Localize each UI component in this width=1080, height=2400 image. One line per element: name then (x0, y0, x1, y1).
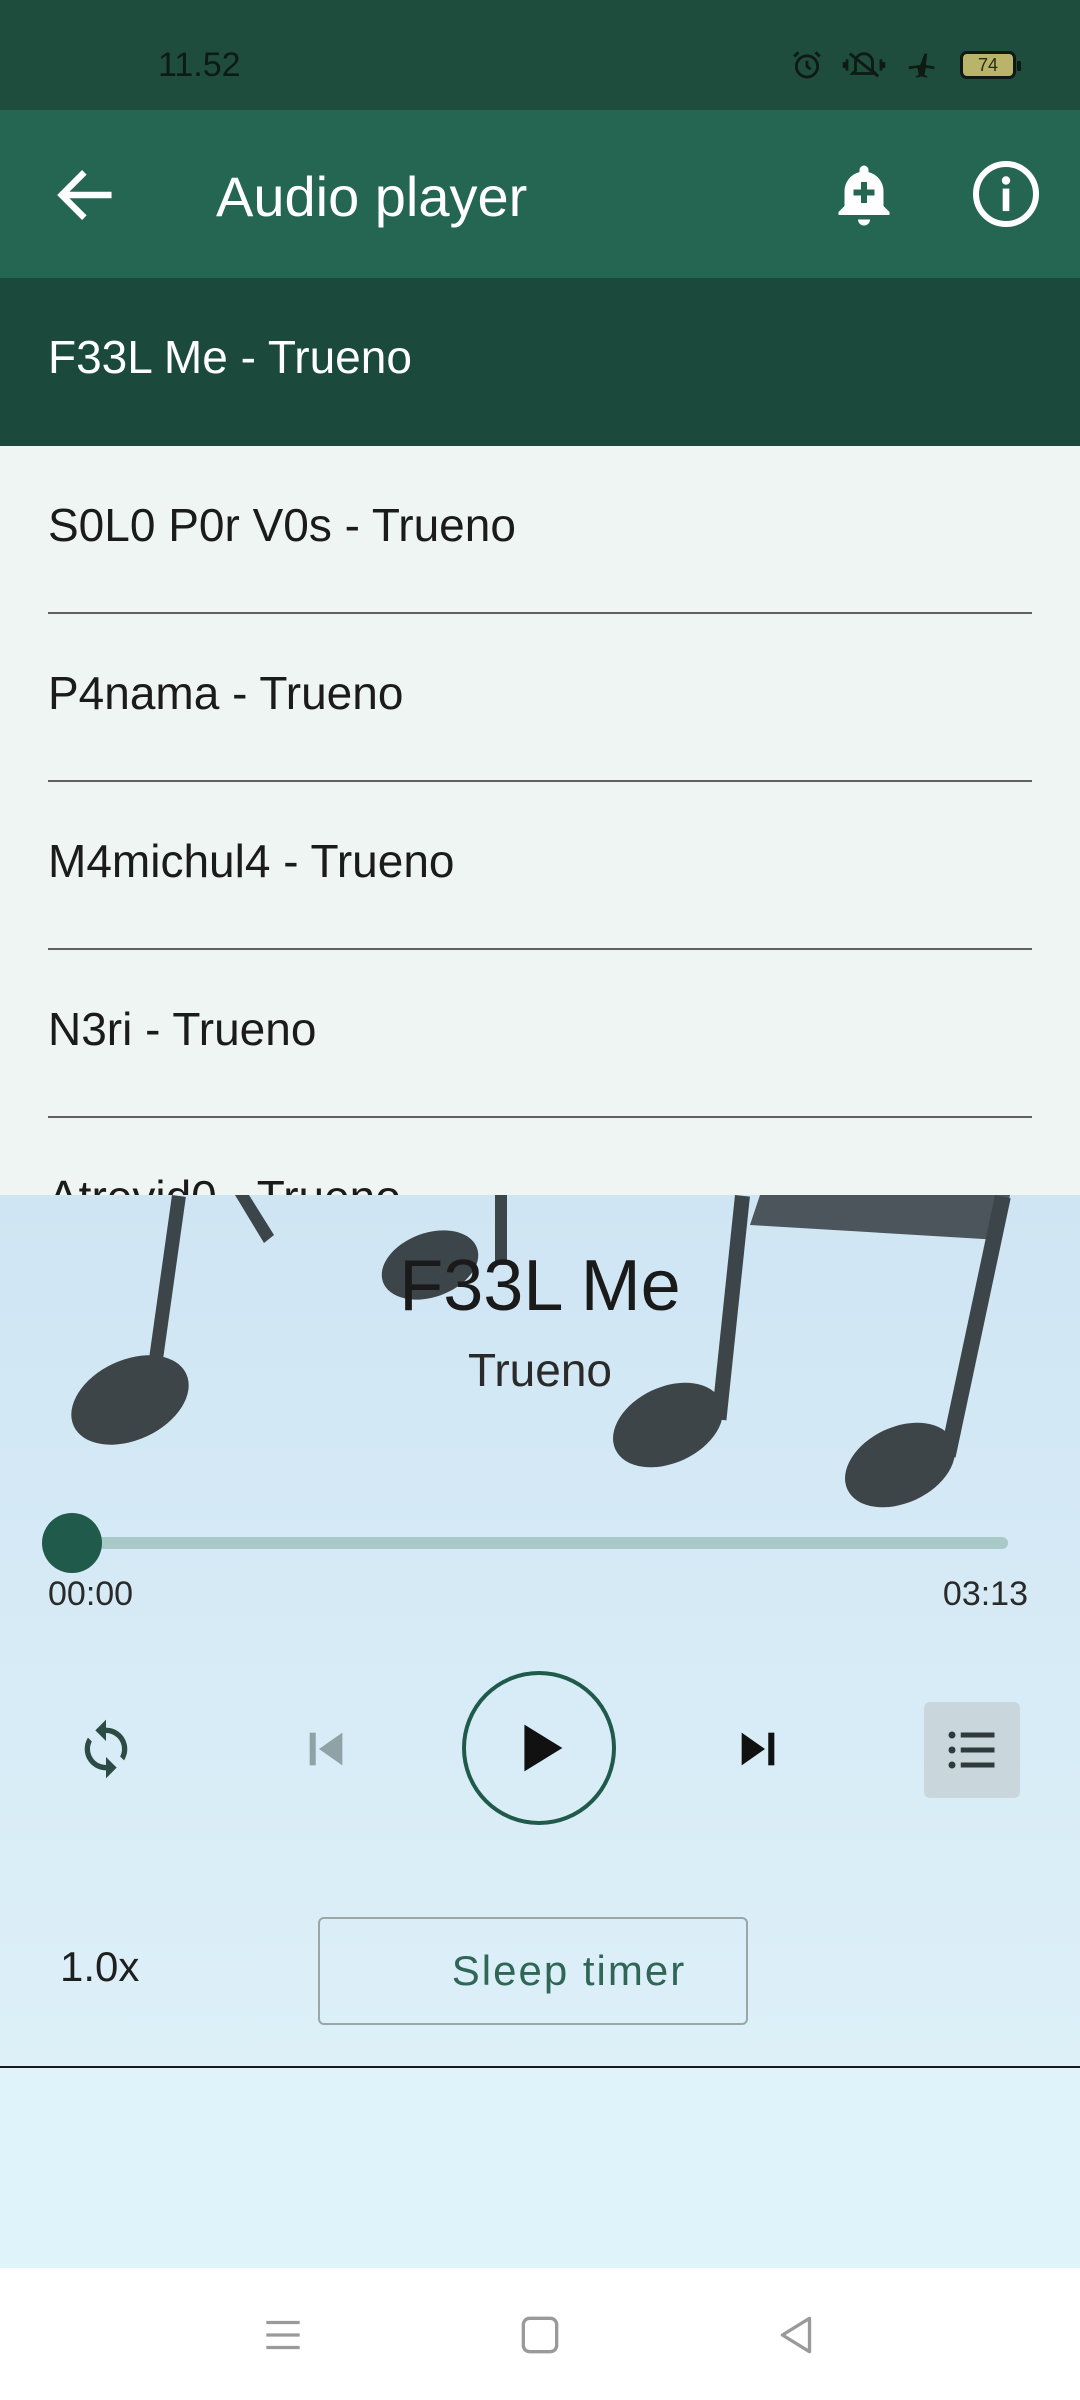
playlist-item[interactable]: F33L Me - Trueno (0, 278, 1080, 446)
moon-icon (387, 1948, 411, 1994)
previous-icon (309, 1732, 343, 1766)
song-artist: Trueno (467, 1344, 613, 1396)
status-icons: 74 (790, 48, 1021, 82)
playlist-item[interactable]: Atrevid0 - Trueno (0, 1118, 1080, 1195)
system-nav-bar (0, 2268, 1080, 2400)
current-time: 00:00 (48, 1575, 134, 1613)
arrow-left-icon (57, 170, 112, 220)
status-bar: 11.52 74 (0, 0, 1080, 110)
sleep-timer-button[interactable]: Sleep timer (318, 1917, 748, 2025)
track-label: F33L Me - Trueno (48, 331, 412, 383)
airplane-icon (908, 53, 935, 78)
seek-handle[interactable] (42, 1513, 102, 1573)
playlist-item[interactable]: M4michul4 - Trueno (0, 782, 1080, 950)
playlist-item[interactable]: P4nama - Trueno (0, 614, 1080, 782)
playlist-icon (948, 1731, 995, 1769)
playback-speed-button[interactable]: 1.0x (60, 1943, 139, 1991)
add-alarm-bell-icon (838, 165, 890, 226)
battery-icon: 74 (960, 51, 1021, 79)
playlist-item[interactable]: S0L0 P0r V0s - Trueno (0, 446, 1080, 614)
track-label: Atrevid0 - Trueno (48, 1170, 401, 1195)
add-reminder-button[interactable] (828, 158, 900, 230)
repeat-icon (84, 1719, 128, 1779)
empty-area (0, 2068, 1080, 2268)
playlist-item[interactable]: N3ri - Trueno (0, 950, 1080, 1118)
player-panel: F33L Me Trueno 00:00 03:13 1.0x Sleep ti… (0, 1195, 1080, 2067)
next-button[interactable] (718, 1709, 798, 1789)
playlist: F33L Me - Trueno S0L0 P0r V0s - Trueno P… (0, 278, 1080, 1195)
duration: 03:13 (942, 1575, 1028, 1613)
menu-icon (266, 2320, 300, 2350)
seek-bar[interactable] (70, 1537, 1008, 1549)
track-label: M4michul4 - Trueno (48, 835, 455, 887)
status-time: 11.52 (158, 46, 241, 84)
nav-back-button[interactable] (772, 2310, 822, 2360)
nav-home-button[interactable] (515, 2310, 565, 2360)
page-title: Audio player (216, 165, 528, 228)
app-bar: Audio player (0, 110, 1080, 278)
track-label: N3ri - Trueno (48, 1003, 317, 1055)
info-icon (973, 161, 1039, 227)
sleep-timer-label: Sleep timer (451, 1947, 687, 1994)
play-icon (524, 1724, 563, 1772)
play-button[interactable] (462, 1671, 616, 1825)
next-icon (741, 1732, 775, 1766)
track-label: P4nama - Trueno (48, 667, 404, 719)
nav-menu-button[interactable] (258, 2310, 308, 2360)
song-title: F33L Me (399, 1246, 681, 1326)
info-button[interactable] (970, 158, 1042, 230)
previous-button[interactable] (286, 1709, 366, 1789)
back-triangle-icon (780, 2316, 812, 2354)
back-button[interactable] (50, 160, 120, 230)
home-square-icon (521, 2316, 559, 2354)
playlist-toggle-button[interactable] (924, 1702, 1020, 1798)
alarm-icon (793, 51, 821, 79)
vibrate-icon (842, 52, 886, 78)
repeat-button[interactable] (66, 1709, 146, 1789)
track-label: S0L0 P0r V0s - Trueno (48, 499, 516, 551)
